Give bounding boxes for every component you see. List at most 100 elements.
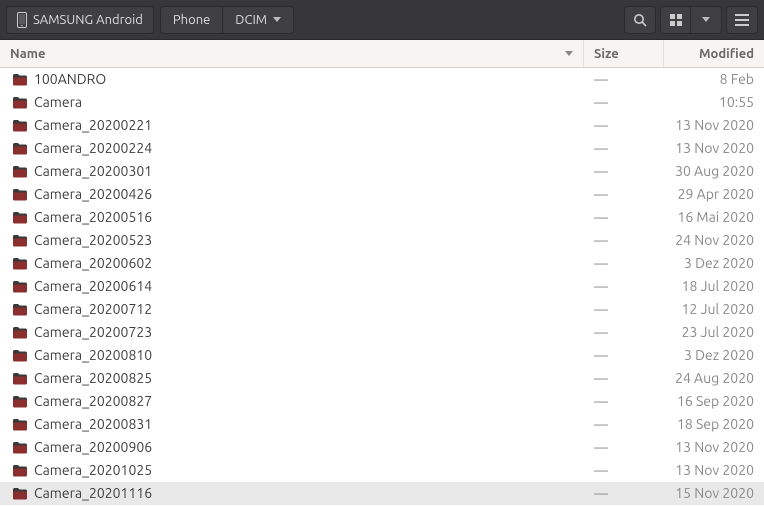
table-row[interactable]: Camera_20200426 —29 Apr 2020 [0, 183, 764, 206]
cell-modified: 13 Nov 2020 [664, 117, 764, 133]
cell-name: 100ANDRO [0, 71, 584, 87]
phone-icon [17, 12, 27, 28]
cell-modified: 15 Nov 2020 [664, 485, 764, 501]
table-row[interactable]: Camera_20200523—24 Nov 2020 [0, 229, 764, 252]
cell-modified: 10:55 [664, 94, 764, 110]
cell-size: — [584, 140, 664, 156]
cell-modified: 29 Apr 2020 [664, 186, 764, 202]
cell-size: — [584, 416, 664, 432]
folder-icon [12, 257, 28, 270]
folder-icon [12, 464, 28, 477]
hamburger-menu-button[interactable] [726, 6, 758, 34]
cell-size: — [584, 94, 664, 110]
cell-size: — [584, 186, 664, 202]
table-row[interactable]: Camera_20200516—16 Mai 2020 [0, 206, 764, 229]
folder-icon [12, 73, 28, 86]
cell-name: Camera_20200224 [0, 140, 584, 156]
hamburger-icon [735, 14, 749, 26]
table-row[interactable]: Camera_20201025—13 Nov 2020 [0, 459, 764, 482]
toolbar: SAMSUNG Android Phone DCIM [0, 0, 764, 40]
table-row[interactable]: Camera —10:55 [0, 91, 764, 114]
table-row[interactable]: Camera_20200301—30 Aug 2020 [0, 160, 764, 183]
sort-indicator-icon [565, 51, 573, 56]
cell-modified: 30 Aug 2020 [664, 163, 764, 179]
cell-size: — [584, 439, 664, 455]
view-dropdown-button[interactable] [691, 7, 721, 33]
folder-icon [12, 487, 28, 500]
cell-modified: 13 Nov 2020 [664, 439, 764, 455]
file-name-label: Camera_20200810 [34, 347, 152, 363]
cell-modified: 23 Jul 2020 [664, 324, 764, 340]
cell-name: Camera_20200426 [0, 186, 584, 202]
file-name-label: Camera_20201116 [34, 485, 152, 501]
file-name-label: Camera_20200426 [34, 186, 152, 202]
file-name-label: Camera_20200516 [34, 209, 152, 225]
cell-size: — [584, 232, 664, 248]
file-name-label: Camera_20200224 [34, 140, 152, 156]
table-row[interactable]: Camera_20200221—13 Nov 2020 [0, 114, 764, 137]
cell-name: Camera_20201025 [0, 462, 584, 478]
table-row[interactable]: Camera_20200712—12 Jul 2020 [0, 298, 764, 321]
view-controls [660, 6, 722, 34]
table-row[interactable]: Camera_20200224 —13 Nov 2020 [0, 137, 764, 160]
table-row[interactable]: Camera_20200810—3 Dez 2020 [0, 344, 764, 367]
device-label: SAMSUNG Android [33, 13, 143, 27]
table-row[interactable]: Camera_20200602—3 Dez 2020 [0, 252, 764, 275]
file-list[interactable]: 100ANDRO—8 FebCamera—10:55Camera_2020022… [0, 68, 764, 507]
cell-size: — [584, 462, 664, 478]
folder-icon [12, 280, 28, 293]
breadcrumb: Phone DCIM [160, 6, 294, 34]
cell-size: — [584, 370, 664, 386]
folder-icon [12, 165, 28, 178]
cell-name: Camera_20200810 [0, 347, 584, 363]
table-row[interactable]: Camera_20200614—18 Jul 2020 [0, 275, 764, 298]
folder-icon [12, 119, 28, 132]
search-button[interactable] [624, 6, 656, 34]
search-icon [633, 13, 647, 27]
cell-name: Camera_20201116 [0, 485, 584, 501]
cell-name: Camera_20200221 [0, 117, 584, 133]
icon-view-button[interactable] [661, 7, 691, 33]
file-name-label: Camera_20200825 [34, 370, 152, 386]
table-row[interactable]: Camera_20200831 —18 Sep 2020 [0, 413, 764, 436]
cell-modified: 18 Sep 2020 [664, 416, 764, 432]
cell-size: — [584, 393, 664, 409]
breadcrumb-seg-dcim[interactable]: DCIM [223, 7, 293, 33]
table-row[interactable]: 100ANDRO—8 Feb [0, 68, 764, 91]
table-row[interactable]: Camera_20200906—13 Nov 2020 [0, 436, 764, 459]
cell-size: — [584, 485, 664, 501]
column-header-size[interactable]: Size [584, 40, 664, 67]
table-row[interactable]: Camera_20201116 —15 Nov 2020 [0, 482, 764, 505]
file-name-label: Camera_20201025 [34, 462, 152, 478]
file-name-label: Camera_20200301 [34, 163, 152, 179]
device-button[interactable]: SAMSUNG Android [6, 6, 154, 34]
folder-icon [12, 142, 28, 155]
table-row[interactable]: Camera_20200723—23 Jul 2020 [0, 321, 764, 344]
file-name-label: Camera_20200614 [34, 278, 152, 294]
breadcrumb-seg-phone[interactable]: Phone [161, 7, 223, 33]
cell-name: Camera_20200712 [0, 301, 584, 317]
cell-name: Camera_20200602 [0, 255, 584, 271]
folder-icon [12, 96, 28, 109]
chevron-down-icon [273, 17, 281, 22]
file-name-label: Camera_20200602 [34, 255, 152, 271]
column-header-modified[interactable]: Modified [664, 40, 764, 67]
file-name-label: Camera_20200831 [34, 416, 152, 432]
cell-name: Camera_20200523 [0, 232, 584, 248]
file-name-label: Camera_20200723 [34, 324, 152, 340]
cell-size: — [584, 278, 664, 294]
folder-icon [12, 349, 28, 362]
cell-name: Camera_20200831 [0, 416, 584, 432]
cell-modified: 13 Nov 2020 [664, 140, 764, 156]
cell-name: Camera_20200301 [0, 163, 584, 179]
folder-icon [12, 188, 28, 201]
folder-icon [12, 234, 28, 247]
column-header-name[interactable]: Name [0, 40, 584, 67]
file-name-label: Camera [34, 94, 82, 110]
folder-icon [12, 303, 28, 316]
file-name-label: Camera_20200827 [34, 393, 152, 409]
table-row[interactable]: Camera_20200827—16 Sep 2020 [0, 390, 764, 413]
column-headers: Name Size Modified [0, 40, 764, 68]
folder-icon [12, 441, 28, 454]
table-row[interactable]: Camera_20200825—24 Aug 2020 [0, 367, 764, 390]
